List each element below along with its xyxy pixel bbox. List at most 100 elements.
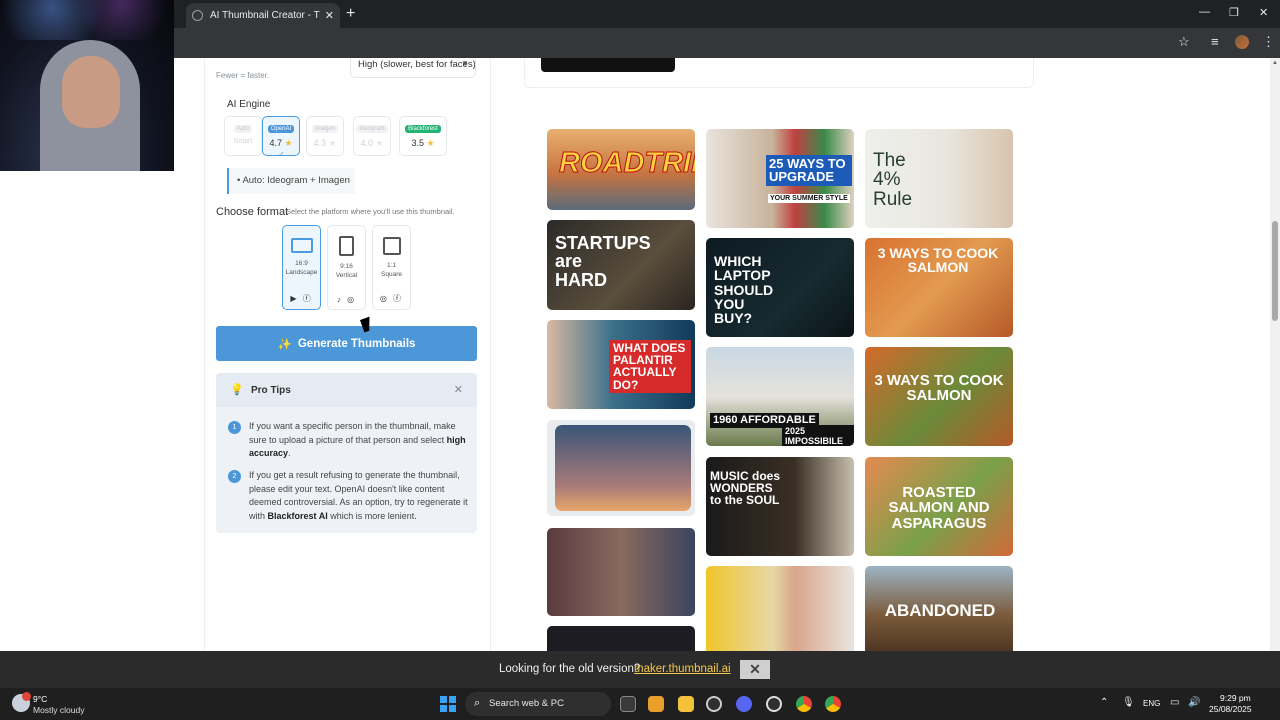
format-ratio: 9:16 Vertical bbox=[335, 263, 358, 279]
engine-badge: OpenAI bbox=[267, 125, 295, 133]
thumbnail-card[interactable]: WHAT DOES PALANTIR ACTUALLY DO? bbox=[547, 320, 695, 409]
profile-avatar[interactable] bbox=[1235, 35, 1249, 49]
file-explorer-icon[interactable] bbox=[678, 696, 694, 712]
engine-sub: Smart bbox=[233, 138, 253, 145]
tiktok-instagram-icon: ♪ ◎ bbox=[336, 295, 357, 304]
thumbnail-card[interactable]: 3 WAYS TO COOK SALMON bbox=[865, 238, 1013, 337]
cortana-icon[interactable] bbox=[706, 696, 722, 712]
search-placeholder: Search web & PC bbox=[489, 698, 564, 709]
thumbnail-card[interactable]: 1960 AFFORDABLE 2025 IMPOSSIBILE bbox=[706, 347, 854, 446]
thumbnail-card[interactable]: The 4% Rule bbox=[865, 129, 1013, 228]
square-frame-icon bbox=[382, 237, 401, 255]
thumbnail-title: The 4% Rule bbox=[873, 150, 913, 210]
banner-message: Looking for the old version? bbox=[499, 663, 641, 675]
star-icon: ★ bbox=[328, 138, 337, 148]
volume-icon[interactable]: 🔊 bbox=[1188, 697, 1200, 708]
chrome-active-icon[interactable] bbox=[825, 696, 841, 712]
thumbnail-subtitle: YOUR SUMMER STYLE bbox=[768, 194, 850, 203]
network-icon[interactable]: ▭ bbox=[1170, 697, 1179, 708]
engine-badge: Imagen bbox=[311, 125, 338, 133]
microphone-icon[interactable]: 🎙 bbox=[1122, 697, 1135, 708]
lightbulb-icon: 💡 bbox=[230, 384, 244, 396]
tips-close-icon[interactable]: ✕ bbox=[454, 383, 463, 396]
browser-menu-icon[interactable]: ⋮ bbox=[1262, 34, 1275, 50]
browser-toolbar: ☆ ≡ ⋮ bbox=[0, 28, 1280, 58]
engine-rating: 4.0 ★ bbox=[360, 138, 384, 148]
thumbnail-title: MUSIC does WONDERS to the SOUL bbox=[710, 469, 781, 508]
thumbnail-title: 3 WAYS TO COOK SALMON bbox=[877, 245, 999, 276]
format-hint: Select the platform where you'll use thi… bbox=[286, 207, 455, 216]
preview-video bbox=[541, 58, 675, 72]
old-version-link[interactable]: maker.thumbnail.ai bbox=[634, 663, 731, 675]
bookmark-star-icon[interactable]: ☆ bbox=[1178, 34, 1190, 50]
selected-check-icon: ✓ bbox=[278, 150, 285, 159]
thumbnail-card[interactable]: STARTUPS are HARD bbox=[547, 220, 695, 310]
thumbnail-title: ROASTED SALMON AND ASPARAGUS bbox=[888, 484, 990, 532]
weather-temperature[interactable]: 9°C bbox=[33, 694, 47, 704]
thumbnail-card[interactable] bbox=[706, 566, 854, 651]
thumbnail-card[interactable] bbox=[547, 420, 695, 516]
thumbnail-title: WHICH LAPTOP SHOULD YOU BUY? bbox=[714, 253, 774, 327]
format-option-square[interactable]: 1:1 Square ◎ ⓕ bbox=[372, 225, 411, 310]
webcam-overlay bbox=[0, 0, 174, 171]
windows-start-icon[interactable] bbox=[440, 696, 456, 712]
search-icon: ⌕ bbox=[474, 697, 481, 709]
format-option-vertical[interactable]: 9:16 Vertical ♪ ◎ bbox=[327, 225, 366, 310]
clock-date[interactable]: 25/08/2025 bbox=[1209, 704, 1252, 714]
landscape-frame-icon bbox=[290, 238, 313, 253]
obs-icon[interactable] bbox=[766, 696, 782, 712]
auto-engine-note: • Auto: Ideogram + Imagen bbox=[227, 168, 355, 194]
scrollbar-thumb[interactable] bbox=[1272, 221, 1278, 321]
window-close-button[interactable]: ✕ bbox=[1259, 6, 1268, 19]
generate-thumbnails-button[interactable]: ✨ Generate Thumbnails bbox=[216, 326, 477, 361]
star-icon: ★ bbox=[426, 138, 435, 148]
engine-option-imagen[interactable]: Imagen 4.3 ★ bbox=[306, 116, 344, 156]
engine-option-ideogram[interactable]: Ideogram 4.0 ★ bbox=[353, 116, 391, 156]
engine-option-auto[interactable]: Auto Smart bbox=[224, 116, 262, 156]
thumbnail-title: ROADTRIP bbox=[558, 147, 695, 179]
ai-engine-label: AI Engine bbox=[227, 99, 271, 110]
person-face bbox=[62, 56, 120, 128]
thumbnail-title: 25 WAYS TO UPGRADE bbox=[766, 155, 852, 186]
scroll-up-icon[interactable]: ▲ bbox=[1272, 60, 1278, 66]
banner-close-button[interactable]: ✕ bbox=[740, 660, 770, 679]
thumbnail-card[interactable]: ROADTRIP bbox=[547, 129, 695, 210]
format-option-landscape[interactable]: 16:9 Landscape ▶ ⓕ bbox=[282, 225, 321, 310]
brave-browser-icon[interactable] bbox=[648, 696, 664, 712]
tip-text: If you get a result refusing to generate… bbox=[249, 470, 468, 521]
thumbnail-card[interactable] bbox=[547, 528, 695, 616]
quality-select[interactable]: High (slower, best for faces) ▼ bbox=[350, 58, 476, 78]
taskbar-search[interactable]: ⌕ Search web & PC bbox=[465, 692, 611, 716]
restore-button[interactable]: ❐ bbox=[1229, 6, 1239, 19]
globe-icon bbox=[192, 10, 203, 21]
chevron-up-icon[interactable]: ⌃ bbox=[1100, 697, 1108, 708]
thumbnail-card[interactable]: MUSIC does WONDERS to the SOUL bbox=[706, 457, 854, 556]
engine-option-blackforest[interactable]: Blackforest 3.5 ★ bbox=[399, 116, 447, 156]
discord-icon[interactable] bbox=[736, 696, 752, 712]
clock-time[interactable]: 9:29 pm bbox=[1220, 693, 1251, 703]
instagram-facebook-icon: ◎ ⓕ bbox=[379, 294, 404, 303]
tip-number: 1 bbox=[228, 421, 241, 434]
browser-tab-bar: AI Thumbnail Creator - The #1 ✕ + — ❐ ✕ bbox=[0, 0, 1280, 28]
new-tab-button[interactable]: + bbox=[346, 5, 355, 23]
tab-title: AI Thumbnail Creator - The #1 bbox=[210, 10, 320, 21]
browser-tab[interactable]: AI Thumbnail Creator - The #1 ✕ bbox=[186, 3, 340, 28]
tab-close-icon[interactable]: ✕ bbox=[325, 9, 334, 22]
minimize-button[interactable]: — bbox=[1199, 6, 1210, 18]
vertical-frame-icon bbox=[339, 236, 354, 256]
language-indicator[interactable]: ENG bbox=[1143, 699, 1160, 708]
media-control-icon[interactable]: ≡ bbox=[1211, 34, 1219, 49]
task-view-icon[interactable] bbox=[620, 696, 636, 712]
thumbnail-card[interactable]: 25 WAYS TO UPGRADE YOUR SUMMER STYLE bbox=[706, 129, 854, 228]
page-scrollbar[interactable]: ▲ ▼ bbox=[1270, 58, 1280, 688]
chrome-icon[interactable] bbox=[796, 696, 812, 712]
quality-value: High (slower, best for faces) bbox=[358, 59, 476, 70]
thumbnail-card[interactable]: WHICH LAPTOP SHOULD YOU BUY? bbox=[706, 238, 854, 337]
thumbnail-card[interactable]: ROASTED SALMON AND ASPARAGUS bbox=[865, 457, 1013, 556]
youtube-facebook-icon: ▶ ⓕ bbox=[290, 294, 313, 303]
engine-option-openai[interactable]: OpenAI 4.7 ★ ✓ bbox=[262, 116, 300, 159]
weather-description[interactable]: Mostly cloudy bbox=[33, 705, 85, 715]
thumbnail-card[interactable]: ABANDONED bbox=[865, 566, 1013, 651]
thumbnail-card[interactable] bbox=[547, 626, 695, 651]
thumbnail-card[interactable]: 3 WAYS TO COOK SALMON bbox=[865, 347, 1013, 446]
